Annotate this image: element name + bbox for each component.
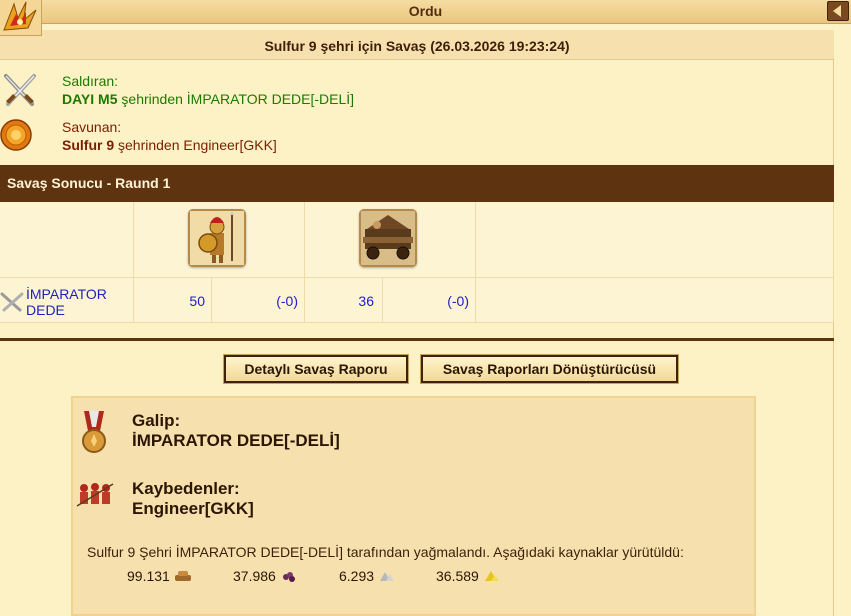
- army-emblem-icon: [0, 0, 42, 36]
- shield-icon: [0, 119, 40, 159]
- attacker-player-link[interactable]: İMPARATOR DEDE[-DELİ]: [187, 91, 354, 107]
- resource-amount: 36.589: [436, 568, 479, 584]
- unit-count: 36: [358, 293, 374, 309]
- unit-header-cell: [134, 202, 305, 278]
- winner-medal-icon: [80, 411, 108, 458]
- defender-connector: şehrinden: [114, 137, 184, 153]
- unit-header-cell: [305, 202, 476, 278]
- attacker-label: Saldıran:: [62, 73, 119, 89]
- round-table: İMPARATOR DEDE 50 (-0) 36 (-0): [0, 202, 834, 323]
- crossed-swords-icon: [0, 292, 24, 312]
- battle-report-panel: Sulfur 9 şehri için Savaş (26.03.2026 19…: [0, 30, 834, 616]
- row-player-link[interactable]: İMPARATOR DEDE: [26, 286, 107, 318]
- wine-icon: [282, 572, 295, 582]
- resource-marble: 6.293: [339, 568, 396, 584]
- unit-loss-cell: (-0): [383, 278, 476, 323]
- report-title: Sulfur 9 şehri için Savaş (26.03.2026 19…: [0, 30, 834, 60]
- defender-section: Savunan: Sulfur 9 şehrinden Engineer[GKK…: [0, 115, 834, 159]
- section-divider: [0, 338, 834, 341]
- resource-amount: 37.986: [233, 568, 276, 584]
- back-arrow-button[interactable]: [827, 1, 849, 21]
- unit-count-cell: 50: [134, 278, 212, 323]
- losers-icon: [75, 480, 115, 513]
- plunder-message: Sulfur 9 Şehri İMPARATOR DEDE[-DELİ] tar…: [87, 544, 684, 560]
- table-corner-cell: [0, 202, 134, 278]
- unit-loss: (-0): [276, 293, 298, 309]
- resource-amount: 99.131: [127, 568, 170, 584]
- resource-amount: 6.293: [339, 568, 375, 584]
- defender-player-link[interactable]: Engineer[GKK]: [183, 137, 276, 153]
- losers-name[interactable]: Engineer[GKK]: [132, 499, 254, 519]
- resource-sulfur: 36.589: [436, 568, 501, 584]
- hoplite-unit-icon: [188, 209, 246, 267]
- unit-loss-cell: (-0): [212, 278, 305, 323]
- marble-icon: [380, 572, 395, 581]
- unit-loss: (-0): [447, 293, 469, 309]
- wood-icon: [174, 571, 191, 581]
- winner-label: Galip:: [132, 411, 181, 430]
- row-player-line2: DEDE: [26, 302, 65, 318]
- resource-wine: 37.986: [233, 568, 298, 584]
- window-title-bar: Ordu: [0, 0, 851, 24]
- empty-header-cell: [476, 202, 834, 278]
- sulfur-icon: [484, 571, 499, 581]
- table-row-player: İMPARATOR DEDE: [0, 278, 134, 323]
- battering-ram-unit-icon: [359, 209, 417, 267]
- report-title-text: Sulfur 9 şehri için Savaş (26.03.2026 19…: [264, 38, 570, 54]
- unit-count: 50: [189, 293, 205, 309]
- crossed-swords-icon: [0, 70, 40, 110]
- attacker-city-link[interactable]: DAYI M5: [62, 91, 118, 107]
- empty-row-cell: [476, 278, 834, 323]
- row-player-line1: İMPARATOR: [26, 286, 107, 302]
- losers-label: Kaybedenler:: [132, 479, 240, 498]
- defender-city-link[interactable]: Sulfur 9: [62, 137, 114, 153]
- detailed-battle-report-button[interactable]: Detaylı Savaş Raporu: [223, 354, 409, 384]
- window-title: Ordu: [408, 3, 443, 19]
- battle-result-header: Savaş Sonucu - Raund 1: [0, 165, 834, 202]
- attacker-section: Saldıran: DAYI M5 şehrinden İMPARATOR DE…: [0, 68, 834, 112]
- resource-wood: 99.131: [127, 568, 192, 584]
- battle-result-title: Savaş Sonucu - Raund 1: [7, 175, 171, 191]
- battle-report-converter-button[interactable]: Savaş Raporları Dönüştürücüsü: [420, 354, 679, 384]
- defender-line: Sulfur 9 şehrinden Engineer[GKK]: [62, 137, 277, 153]
- battle-summary-box: Galip: İMPARATOR DEDE[-DELİ] Kaybedenler…: [71, 396, 756, 616]
- attacker-connector: şehrinden: [117, 91, 187, 107]
- attacker-line: DAYI M5 şehrinden İMPARATOR DEDE[-DELİ]: [62, 91, 354, 107]
- unit-count-cell: 36: [305, 278, 383, 323]
- winner-name[interactable]: İMPARATOR DEDE[-DELİ]: [132, 431, 340, 451]
- defender-label: Savunan:: [62, 119, 122, 135]
